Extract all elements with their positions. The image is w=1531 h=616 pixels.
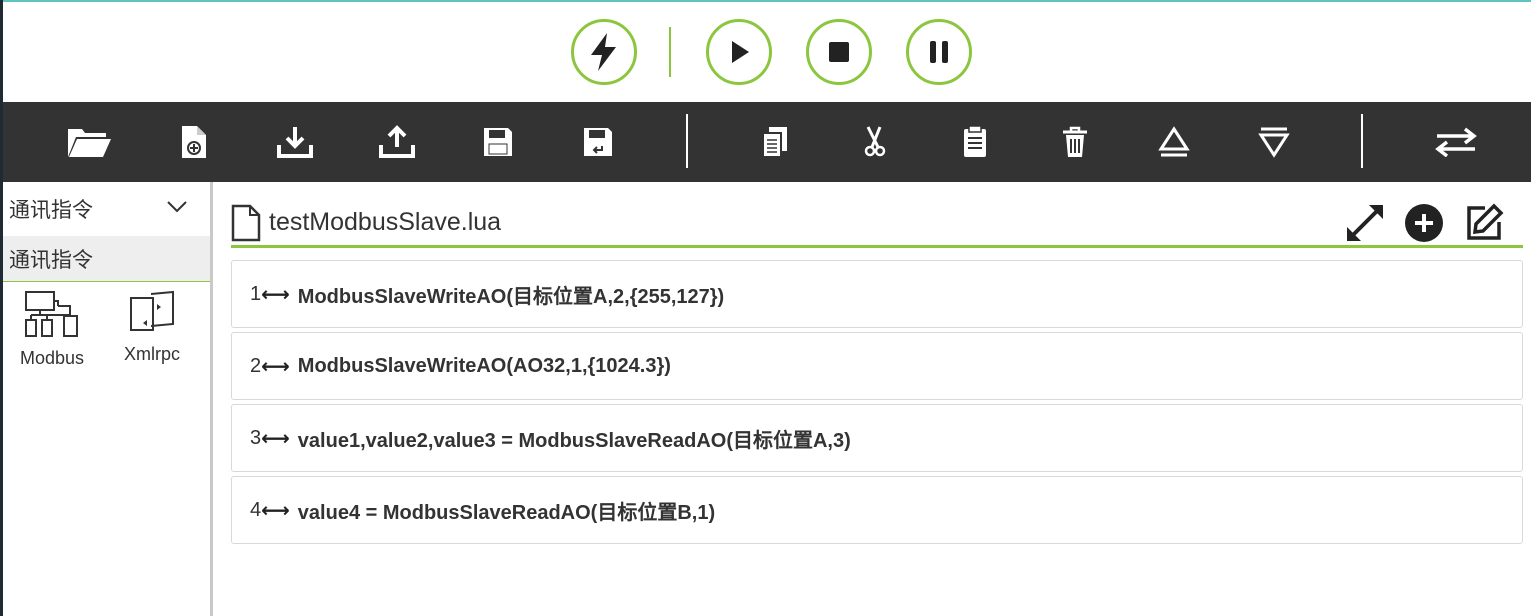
command-item-modbus[interactable]: Modbus (7, 290, 97, 380)
new-file-icon (182, 126, 206, 158)
line-number: 2 (250, 354, 262, 377)
xmlrpc-icon (130, 290, 174, 331)
line-code: value1,value2,value3 = ModbusSlaveReadAO… (297, 429, 851, 452)
paste-button[interactable] (951, 118, 999, 166)
new-file-button[interactable] (170, 118, 218, 166)
command-item-xmlrpc[interactable]: Xmlrpc (107, 290, 197, 380)
save-as-icon (584, 128, 612, 156)
open-folder-button[interactable] (65, 118, 113, 166)
drag-handle-icon[interactable]: ⟷ (261, 426, 290, 451)
chevron-down-icon (167, 201, 187, 213)
run-separator (669, 27, 671, 77)
toolbar (3, 102, 1531, 182)
file-icon (231, 204, 261, 242)
cut-icon (864, 126, 886, 157)
edit-icon (1467, 203, 1504, 240)
category-header-label: 通讯指令 (9, 248, 93, 272)
move-down-button[interactable] (1250, 118, 1298, 166)
file-name: testModbusSlave.lua (269, 208, 502, 236)
import-button[interactable] (271, 118, 319, 166)
command-label: Modbus (19, 348, 85, 368)
line-code: value4 = ModbusSlaveReadAO(目标位置B,1) (297, 501, 716, 524)
play-icon (732, 41, 749, 63)
drag-handle-icon[interactable]: ⟷ (261, 282, 290, 307)
export-button[interactable] (373, 118, 421, 166)
delete-icon (1063, 126, 1087, 157)
category-select-value: 通讯指令 (9, 199, 93, 222)
code-line[interactable]: 4 ⟷ value4 = ModbusSlaveReadAO(目标位置B,1) (231, 476, 1523, 544)
save-as-button[interactable] (574, 118, 622, 166)
save-icon (484, 128, 512, 156)
move-up-button[interactable] (1150, 118, 1198, 166)
line-code: ModbusSlaveWriteAO(AO32,1,{1024.3}) (297, 354, 671, 377)
run-control-bar (3, 2, 1531, 102)
add-line-button[interactable] (1401, 200, 1447, 246)
editor-panel: testModbusSlave.lua 1 ⟷ ModbusSlaveWrite… (213, 182, 1531, 616)
expand-button[interactable] (1342, 200, 1388, 246)
toolbar-separator (686, 114, 688, 168)
paste-icon (964, 125, 986, 157)
line-code: ModbusSlaveWriteAO(目标位置A,2,{255,127}) (297, 285, 725, 308)
edit-button[interactable] (1461, 200, 1507, 246)
move-up-icon (1158, 126, 1190, 157)
cut-button[interactable] (851, 118, 899, 166)
sidebar: 通讯指令 通讯指令 Modbus Xmlrpc (3, 182, 210, 616)
line-number: 3 (250, 426, 262, 449)
download-icon (277, 127, 313, 158)
line-number: 1 (250, 282, 262, 305)
copy-button[interactable] (751, 118, 799, 166)
modbus-icon (25, 291, 78, 337)
stop-button[interactable] (806, 19, 872, 85)
code-line[interactable]: 2 ⟷ ModbusSlaveWriteAO(AO32,1,{1024.3}) (231, 332, 1523, 400)
command-label: Xmlrpc (123, 344, 180, 364)
swap-button[interactable] (1432, 118, 1480, 166)
pause-button[interactable] (906, 19, 972, 85)
run-all-button[interactable] (571, 19, 637, 85)
lightning-icon (591, 33, 616, 71)
delete-button[interactable] (1051, 118, 1099, 166)
upload-icon (379, 125, 415, 158)
category-select[interactable]: 通讯指令 (3, 182, 210, 236)
copy-icon (762, 127, 787, 158)
folder-icon (68, 129, 111, 157)
play-button[interactable] (706, 19, 772, 85)
pause-icon (930, 41, 948, 63)
drag-handle-icon[interactable]: ⟷ (261, 354, 290, 379)
category-header: 通讯指令 (3, 236, 210, 282)
toolbar-separator (1361, 114, 1363, 168)
move-down-icon (1258, 127, 1290, 158)
line-number: 4 (250, 498, 262, 521)
file-header: testModbusSlave.lua (231, 192, 1523, 248)
app-window: 通讯指令 通讯指令 Modbus Xmlrpc testModbusSlave.… (0, 0, 1531, 616)
save-button[interactable] (474, 118, 522, 166)
code-line[interactable]: 3 ⟷ value1,value2,value3 = ModbusSlaveRe… (231, 404, 1523, 472)
add-icon (1405, 204, 1443, 242)
swap-icon (1435, 127, 1477, 157)
stop-icon (829, 42, 849, 62)
code-line[interactable]: 1 ⟷ ModbusSlaveWriteAO(目标位置A,2,{255,127}… (231, 260, 1523, 328)
expand-icon (1347, 205, 1383, 241)
drag-handle-icon[interactable]: ⟷ (261, 498, 290, 523)
